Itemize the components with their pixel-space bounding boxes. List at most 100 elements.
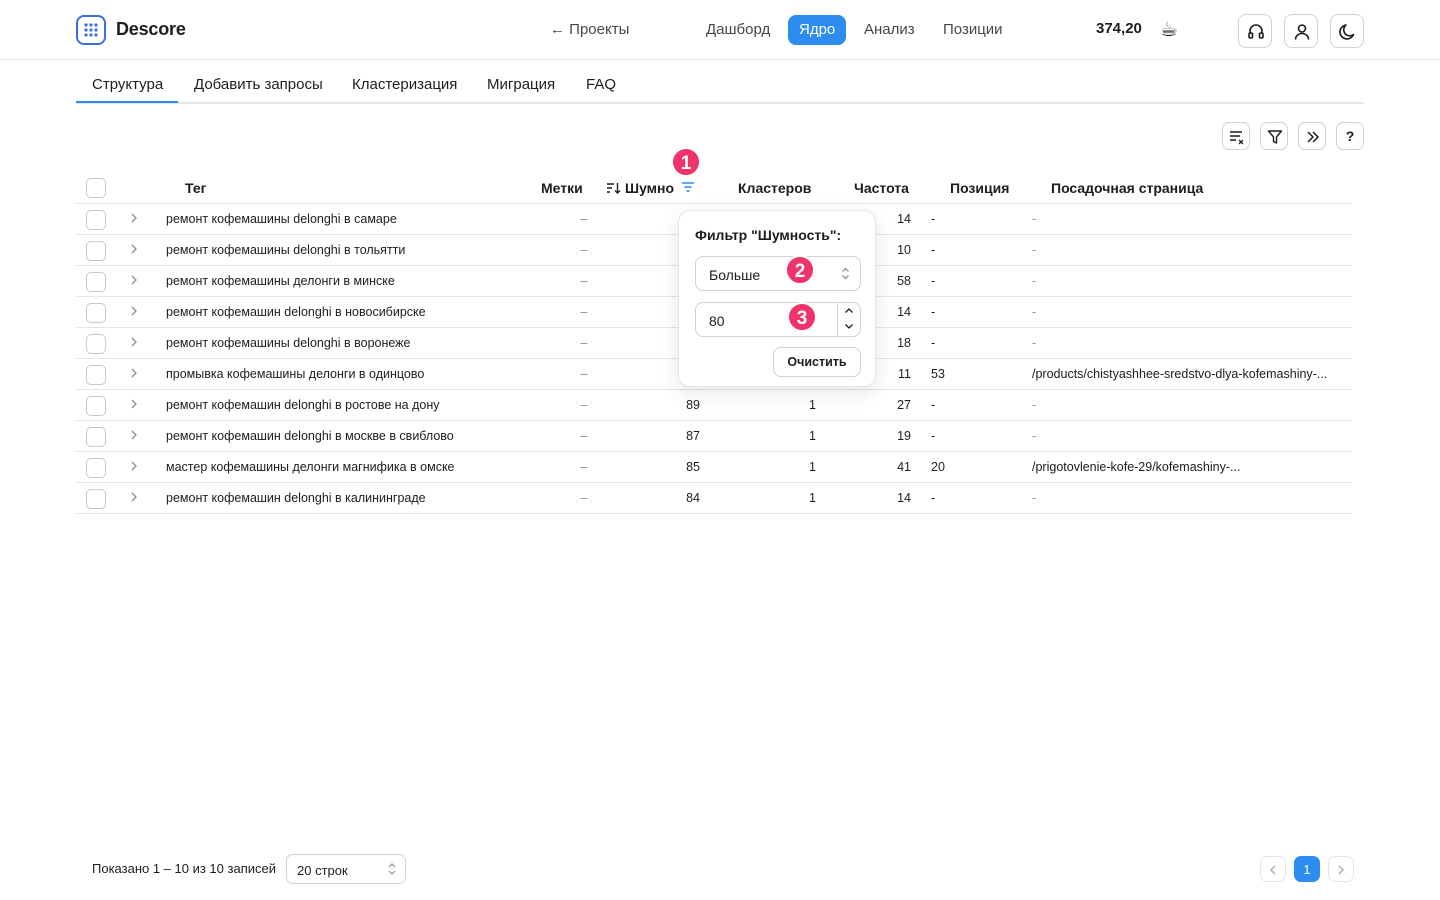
theme-toggle-button[interactable] (1330, 14, 1364, 48)
row-checkbox[interactable] (86, 365, 106, 385)
expand-row-icon[interactable] (130, 243, 138, 255)
filter-value-input[interactable]: 80 (695, 302, 861, 337)
nav-positions[interactable]: Позиции (932, 15, 1014, 45)
expand-row-icon[interactable] (130, 398, 138, 410)
cell-tag[interactable]: ремонт кофемашин delonghi в ростове на д… (166, 398, 439, 412)
expand-row-icon[interactable] (130, 274, 138, 286)
expand-row-icon[interactable] (130, 367, 138, 379)
support-button[interactable] (1238, 14, 1272, 48)
cell-tag[interactable]: ремонт кофемашин delonghi в новосибирске (166, 305, 426, 319)
row-checkbox[interactable] (86, 303, 106, 323)
table-row[interactable]: ремонт кофемашин delonghi в калининграде… (76, 483, 1352, 514)
cell-tag[interactable]: ремонт кофемашин delonghi в калининграде (166, 491, 426, 505)
select-all-checkbox[interactable] (86, 178, 106, 198)
page-number-button[interactable]: 1 (1294, 856, 1320, 882)
row-checkbox[interactable] (86, 334, 106, 354)
row-checkbox[interactable] (86, 489, 106, 509)
cell-noise: 85 (686, 460, 700, 474)
row-checkbox[interactable] (86, 210, 106, 230)
expand-row-icon[interactable] (130, 429, 138, 441)
row-checkbox[interactable] (86, 427, 106, 447)
column-clusters[interactable]: Кластеров (738, 180, 811, 196)
logo-icon[interactable] (76, 15, 106, 45)
cell-position: 20 (931, 460, 945, 474)
cell-landing-page[interactable]: - (1032, 305, 1344, 319)
column-frequency[interactable]: Частота (854, 180, 909, 196)
column-marks[interactable]: Метки (541, 180, 583, 196)
filter-button[interactable] (1260, 122, 1288, 150)
cell-tag[interactable]: ремонт кофемашины delonghi в тольятти (166, 243, 405, 257)
cell-tag[interactable]: ремонт кофемашины делонги в минске (166, 274, 395, 288)
tab-clustering[interactable]: Кластеризация (352, 76, 457, 93)
cell-marks: – (580, 398, 588, 412)
cell-tag[interactable]: ремонт кофемашины delonghi в самаре (166, 212, 397, 226)
filter-condition-select[interactable]: Больше (695, 256, 861, 291)
stepper-up-button[interactable] (838, 303, 860, 319)
expand-row-icon[interactable] (130, 212, 138, 224)
clear-sort-button[interactable] (1222, 122, 1250, 150)
profile-button[interactable] (1284, 14, 1318, 48)
clear-filter-button[interactable]: Очистить (773, 347, 861, 377)
column-noise[interactable]: Шумно (625, 180, 674, 196)
cell-frequency: 10 (897, 243, 911, 257)
cell-tag[interactable]: ремонт кофемашин delonghi в москве в сви… (166, 429, 454, 443)
cell-landing-page[interactable]: /prigotovlenie-kofe-29/kofemashiny-... (1032, 460, 1344, 474)
table-row[interactable]: ремонт кофемашин delonghi в москве в сви… (76, 421, 1352, 452)
column-landing-page[interactable]: Посадочная страница (1051, 180, 1203, 196)
cell-marks: – (580, 274, 588, 288)
row-checkbox[interactable] (86, 241, 106, 261)
column-position[interactable]: Позиция (950, 180, 1009, 196)
cell-landing-page[interactable]: - (1032, 491, 1344, 505)
tab-migration[interactable]: Миграция (487, 76, 555, 93)
cell-frequency: 14 (897, 305, 911, 319)
annotation-badge-2: 2 (785, 255, 815, 285)
table-row[interactable]: ремонт кофемашин delonghi в ростове на д… (76, 390, 1352, 421)
expand-row-icon[interactable] (130, 491, 138, 503)
chevron-right-icon (1338, 865, 1344, 875)
cell-marks: – (580, 305, 588, 319)
cell-landing-page[interactable]: - (1032, 243, 1344, 257)
tab-add-queries[interactable]: Добавить запросы (194, 76, 323, 93)
help-button[interactable]: ? (1336, 122, 1364, 150)
table-header: Тег Метки Шумно Кластеров Частота Позици… (76, 172, 1352, 204)
chevron-up-icon (845, 308, 853, 313)
row-checkbox[interactable] (86, 272, 106, 292)
cell-tag[interactable]: промывка кофемашины делонги в одинцово (166, 367, 424, 381)
table-row[interactable]: мастер кофемашины делонги магнифика в ом… (76, 452, 1352, 483)
coffee-icon: ☕ (1160, 19, 1178, 41)
cell-landing-page[interactable]: - (1032, 274, 1344, 288)
cell-landing-page[interactable]: - (1032, 398, 1344, 412)
expand-row-icon[interactable] (130, 460, 138, 472)
expand-row-icon[interactable] (130, 305, 138, 317)
row-checkbox[interactable] (86, 458, 106, 478)
cell-tag[interactable]: ремонт кофемашины delonghi в воронеже (166, 336, 411, 350)
expand-row-icon[interactable] (130, 336, 138, 348)
expand-all-button[interactable] (1298, 122, 1326, 150)
column-tag[interactable]: Тег (185, 180, 206, 196)
row-checkbox[interactable] (86, 396, 106, 416)
back-to-projects-link[interactable]: ← Проекты (550, 21, 629, 38)
tab-structure[interactable]: Структура (92, 76, 163, 93)
cell-landing-page[interactable]: - (1032, 212, 1344, 226)
stepper-down-button[interactable] (838, 319, 860, 336)
column-filter-icon[interactable] (681, 181, 695, 193)
cell-marks: – (580, 243, 588, 257)
nav-dashboard[interactable]: Дашборд (695, 15, 781, 45)
cell-landing-page[interactable]: - (1032, 429, 1344, 443)
sort-desc-icon[interactable] (606, 181, 621, 195)
next-page-button[interactable] (1328, 856, 1354, 882)
cell-landing-page[interactable]: /products/chistyashhee-sredstvo-dlya-kof… (1032, 367, 1344, 381)
cell-landing-page[interactable]: - (1032, 336, 1344, 350)
headset-icon (1248, 24, 1264, 39)
brand-name[interactable]: Descore (116, 19, 186, 40)
cell-position: - (931, 491, 936, 505)
cell-tag[interactable]: мастер кофемашины делонги магнифика в ом… (166, 460, 455, 474)
prev-page-button[interactable] (1260, 856, 1286, 882)
nav-analysis[interactable]: Анализ (853, 15, 926, 45)
nav-core[interactable]: Ядро (788, 15, 847, 45)
noise-filter-popover: Фильтр "Шумность": Больше 80 Очистить (678, 210, 876, 387)
active-tab-indicator (76, 101, 178, 103)
tab-faq[interactable]: FAQ (586, 76, 616, 93)
rows-per-page-select[interactable]: 20 строк (286, 854, 406, 884)
cell-marks: – (580, 367, 588, 381)
